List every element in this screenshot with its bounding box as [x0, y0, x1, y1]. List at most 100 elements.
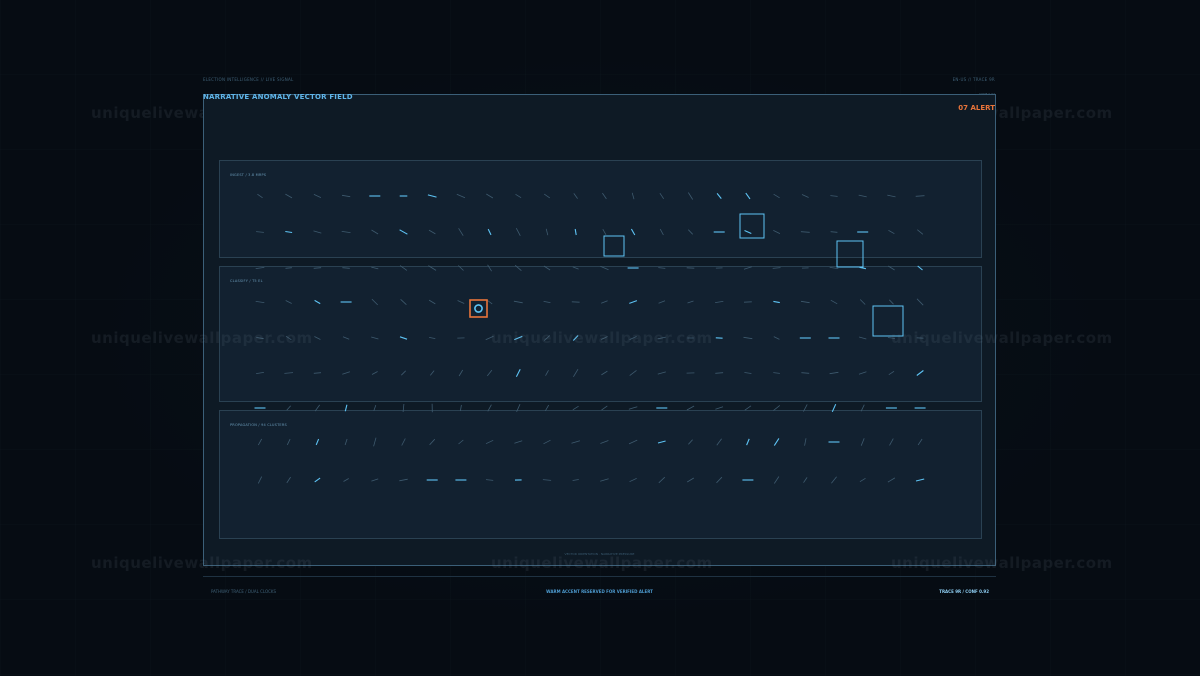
vector-mark: [887, 265, 895, 271]
vector-mark: [373, 437, 377, 447]
watermark: uniquelivewallpaper.com: [891, 329, 1113, 347]
vector-mark: [342, 336, 350, 340]
vector-mark: [344, 404, 348, 412]
vector-mark: [829, 371, 839, 375]
vector-mark: [313, 230, 322, 234]
vector-mark: [428, 265, 437, 271]
vector-mark: [915, 478, 925, 482]
highlight-box[interactable]: [739, 213, 765, 239]
vector-mark: [514, 264, 522, 272]
footer-center-label: WARM ACCENT RESERVED FOR VERIFIED ALERT: [546, 589, 653, 594]
vector-mark: [629, 300, 638, 304]
vector-mark: [916, 298, 924, 306]
vector-mark: [371, 229, 379, 235]
vector-mark: [687, 192, 694, 200]
vector-mark: [371, 478, 379, 482]
vector-mark: [516, 404, 521, 412]
alert-frame: [469, 299, 488, 318]
vector-mark: [716, 476, 723, 484]
vector-mark: [772, 267, 781, 269]
vector-mark: [657, 440, 666, 444]
vector-mark: [487, 404, 492, 412]
vector-mark: [658, 267, 666, 269]
vector-mark: [314, 336, 321, 340]
vector-mark: [572, 405, 579, 411]
vector-mark: [486, 193, 494, 199]
vector-mark: [658, 300, 666, 304]
vector-mark: [743, 266, 752, 270]
vector-mark: [286, 438, 291, 446]
vector-mark: [574, 228, 577, 236]
divider: [203, 576, 996, 577]
watermark: uniquelivewallpaper.com: [491, 329, 713, 347]
alert-dot: [474, 304, 483, 313]
vector-mark: [544, 404, 550, 412]
vector-mark: [859, 266, 867, 270]
vector-mark: [402, 403, 405, 413]
vector-mark: [256, 372, 264, 374]
vector-mark: [629, 477, 637, 483]
vector-mark: [285, 300, 292, 304]
vector-mark: [487, 228, 492, 236]
vector-mark: [600, 440, 609, 444]
vector-mark: [715, 372, 724, 374]
vector-mark: [830, 231, 838, 233]
vector-mark: [429, 370, 435, 376]
vector-mark: [427, 194, 437, 198]
vector-mark: [629, 370, 637, 376]
vector-mark: [342, 371, 351, 375]
vector-mark: [456, 193, 466, 199]
vector-mark: [286, 405, 292, 411]
vector-mark: [744, 229, 752, 235]
vector-mark: [573, 193, 578, 199]
verified-alert-marker[interactable]: [469, 299, 488, 318]
vector-mark: [343, 478, 349, 482]
vector-mark: [715, 406, 724, 410]
vector-mark: [630, 228, 636, 236]
vector-mark: [628, 439, 638, 445]
vector-mark: [888, 370, 895, 376]
vector-mark: [542, 479, 552, 481]
vector-mark: [887, 477, 896, 483]
vector-mark: [773, 372, 780, 374]
vector-mark: [401, 370, 406, 376]
vector-mark: [400, 299, 407, 305]
vector-mark: [514, 440, 523, 444]
vector-mark: [429, 337, 436, 339]
vector-mark: [804, 438, 807, 446]
vector-mark: [485, 439, 494, 445]
vector-mark: [800, 300, 810, 304]
vector-mark: [773, 438, 780, 446]
vector-mark: [746, 438, 750, 446]
vector-mark: [487, 264, 492, 272]
vector-mark: [458, 369, 464, 377]
vector-mark: [744, 372, 752, 374]
vector-mark: [716, 438, 722, 446]
highlight-box[interactable]: [603, 235, 625, 257]
vector-mark: [858, 336, 867, 340]
vector-mark: [601, 370, 608, 376]
vector-mark: [887, 194, 896, 198]
vector-mark: [889, 299, 894, 305]
vector-mark: [917, 265, 923, 271]
vector-mark: [860, 404, 865, 412]
highlight-box[interactable]: [836, 240, 864, 268]
vector-mark: [801, 372, 810, 374]
vector-mark: [399, 478, 408, 482]
vector-mark: [716, 193, 722, 199]
vector-mark: [659, 228, 664, 236]
vector-mark: [257, 476, 263, 484]
watermark: uniquelivewallpaper.com: [91, 554, 313, 572]
vector-mark: [686, 405, 695, 411]
vector-mark: [888, 229, 895, 235]
vector-mark: [399, 229, 408, 235]
vector-mark: [715, 301, 724, 303]
vector-mark: [572, 479, 579, 481]
vector-mark: [373, 404, 377, 412]
vector-mark: [257, 438, 263, 446]
vector-mark: [688, 439, 693, 445]
vector-mark: [513, 300, 523, 304]
vector-mark: [600, 478, 609, 482]
vector-mark: [573, 368, 579, 378]
vector-mark: [858, 194, 867, 198]
